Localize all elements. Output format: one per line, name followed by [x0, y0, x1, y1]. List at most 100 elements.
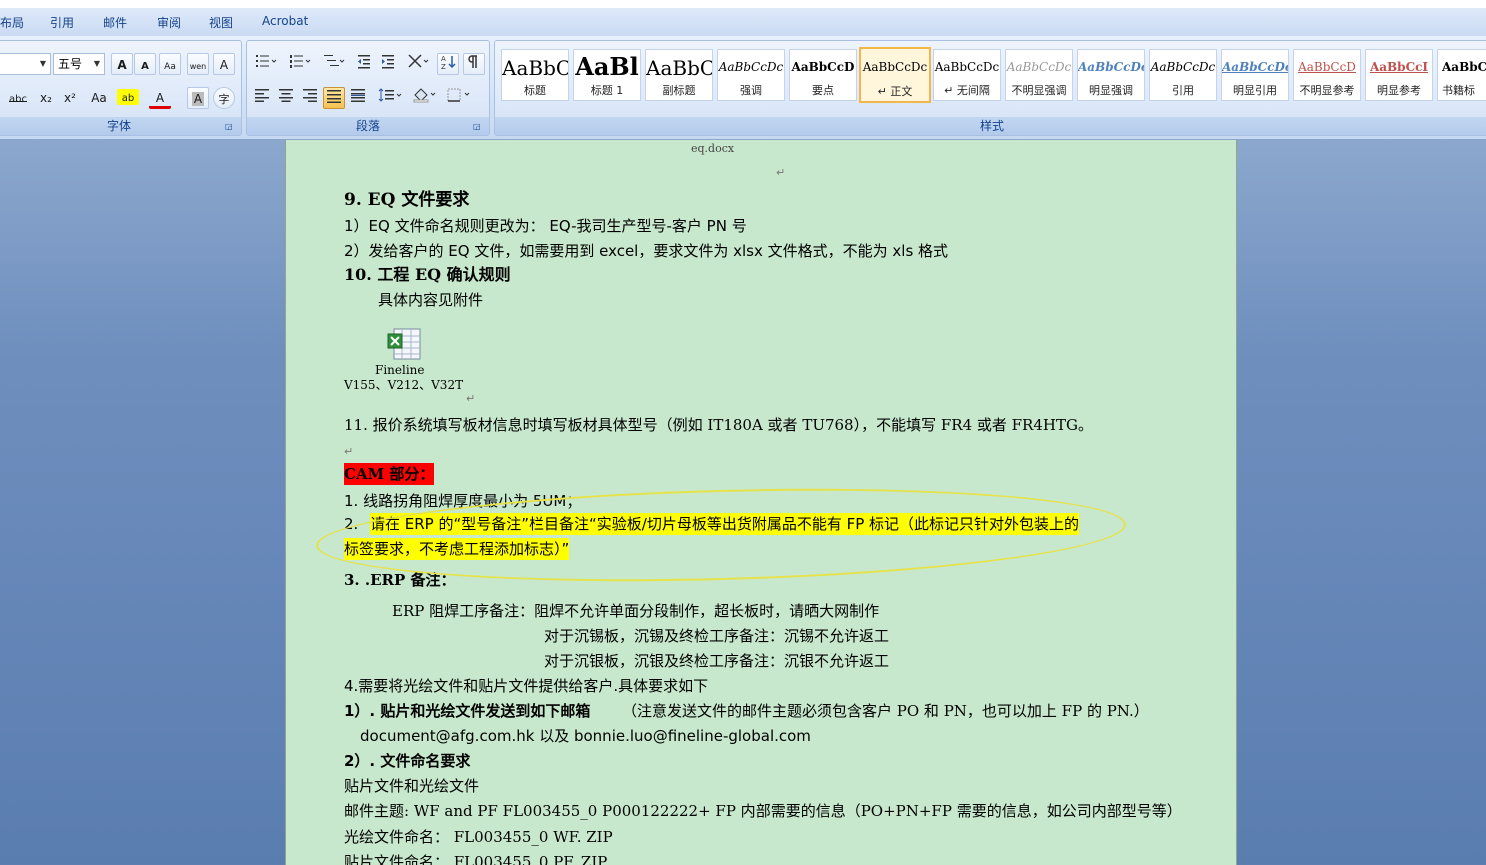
text-line: 1）EQ 文件命名规则更改为： EQ-我司生产型号-客户 PN 号 — [344, 217, 747, 235]
style-intense-emphasis[interactable]: AaBbCcDc 明显强调 — [1077, 49, 1145, 101]
style-subtitle[interactable]: AaBbC 副标题 — [645, 49, 713, 101]
align-left-button[interactable] — [251, 87, 273, 109]
style-name: 标题 1 — [590, 84, 624, 97]
change-case-icon: Aa — [91, 91, 107, 105]
decrease-indent-button[interactable] — [353, 53, 375, 75]
change-case-button[interactable]: Aa — [85, 87, 113, 109]
paragraph-mark: ↵ — [776, 166, 786, 179]
shrink-font-button[interactable]: A — [134, 53, 156, 75]
font-group-label: 字体 — [0, 117, 241, 135]
style-normal[interactable]: AaBbCcDc ↵ 正文 — [859, 47, 931, 103]
excel-file-icon[interactable] — [386, 326, 424, 362]
enclose-char-button[interactable]: 字 — [213, 87, 235, 109]
style-sample: AaBbCcDc — [1006, 60, 1072, 74]
styles-group-label: 样式 — [495, 117, 1486, 135]
attachment-name: Fineline — [375, 363, 425, 377]
strikethrough-button[interactable]: abc — [7, 87, 29, 109]
font-color-button[interactable]: A — [149, 87, 171, 109]
text-line: 贴片文件命名： FL003455_0 PF. ZIP — [344, 853, 608, 865]
paragraph-group-label: 段落 — [247, 117, 489, 135]
char-border-icon: A — [219, 58, 229, 72]
justify-button[interactable] — [323, 87, 345, 109]
multilevel-list-button[interactable] — [319, 53, 349, 75]
text-line: 具体内容见附件 — [378, 291, 484, 309]
font-dialog-launcher-icon[interactable]: ◲ — [225, 122, 235, 132]
style-strong[interactable]: AaBbCcD 要点 — [789, 49, 857, 101]
paragraph-dialog-launcher-icon[interactable]: ◲ — [473, 122, 483, 132]
style-quote[interactable]: AaBbCcDc 引用 — [1149, 49, 1217, 101]
char-border-button[interactable]: A — [213, 53, 235, 75]
font-size-select[interactable]: 五号 ▼ — [53, 53, 105, 75]
svg-text:Z: Z — [441, 63, 446, 70]
tab-references[interactable]: 引用 — [50, 14, 74, 31]
style-name: 副标题 — [662, 84, 696, 97]
style-emphasis[interactable]: AaBbCcDc 强调 — [717, 49, 785, 101]
text-line: （注意发送文件的邮件主题必须包含客户 PO 和 PN，也可以加上 FP 的 PN… — [622, 702, 1149, 720]
char-shading-button[interactable]: A — [187, 87, 209, 109]
style-no-spacing[interactable]: AaBbCcDc ↵ 无间隔 — [933, 49, 1001, 101]
phonetic-guide-button[interactable]: wen — [187, 53, 209, 75]
shading-button[interactable] — [409, 87, 439, 109]
superscript-icon: x² — [64, 91, 76, 105]
numbering-button[interactable] — [285, 53, 315, 75]
style-title[interactable]: AaBbC 标题 — [501, 49, 569, 101]
tab-layout[interactable]: 布局 — [0, 14, 24, 31]
style-sample: AaBbCcD — [1298, 60, 1356, 74]
sort-button[interactable]: AZ — [437, 53, 459, 75]
align-center-button[interactable] — [275, 87, 297, 109]
subscript-button[interactable]: x₂ — [35, 87, 57, 109]
title-bar — [0, 0, 1486, 8]
borders-icon — [447, 88, 470, 102]
style-name: ↵ 正文 — [877, 85, 913, 98]
text-line: 光绘文件命名： FL003455_0 WF. ZIP — [344, 828, 613, 846]
pilcrow-icon — [468, 55, 477, 68]
tab-review[interactable]: 审阅 — [157, 14, 181, 31]
cam-section-heading: CAM 部分： — [344, 463, 435, 485]
char-shading-icon: A — [191, 92, 205, 106]
style-subtle-reference[interactable]: AaBbCcD 不明显参考 — [1293, 49, 1361, 101]
font-color-icon: A — [155, 91, 165, 105]
heading-10: 10. 工程 EQ 确认规则 — [344, 265, 511, 284]
document-header: eq.docx — [691, 142, 735, 155]
tab-mailings[interactable]: 邮件 — [103, 14, 127, 31]
style-intense-reference[interactable]: AaBbCcI 明显参考 — [1365, 49, 1433, 101]
style-sample: AaBl — [575, 52, 639, 81]
align-right-button[interactable] — [299, 87, 321, 109]
line-spacing-button[interactable] — [375, 87, 405, 109]
borders-button[interactable] — [443, 87, 473, 109]
style-sample: AaBbCcDc — [1078, 60, 1144, 74]
style-intense-quote[interactable]: AaBbCcDc 明显引用 — [1221, 49, 1289, 101]
bullets-button[interactable] — [251, 53, 281, 75]
strikethrough-icon: abc — [9, 94, 27, 105]
style-heading-1[interactable]: AaBl 标题 1 — [573, 49, 641, 101]
clear-format-button[interactable]: Aa — [159, 53, 181, 75]
highlight-color-button[interactable]: ab — [117, 89, 139, 105]
align-center-icon — [279, 89, 293, 102]
text-line: ERP 阻焊工序备注：阻焊不允许单面分段制作，超长板时，请晒大网制作 — [392, 602, 880, 620]
tab-acrobat[interactable]: Acrobat — [262, 14, 308, 28]
style-sample: AaBbCcDc — [862, 60, 928, 74]
grow-font-button[interactable]: A — [111, 53, 133, 75]
distributed-button[interactable] — [347, 87, 369, 109]
decrease-indent-icon — [358, 55, 370, 69]
style-sample: AaBbCcDc — [934, 60, 1000, 74]
text-line-bold: 1）. 贴片和光绘文件发送到如下邮箱 — [344, 702, 591, 720]
enclose-char-icon: 字 — [218, 93, 230, 106]
superscript-button[interactable]: x² — [59, 87, 81, 109]
text-line: 2）发给客户的 EQ 文件，如需要用到 excel，要求文件为 xlsx 文件格… — [344, 242, 949, 260]
increase-indent-button[interactable] — [377, 53, 399, 75]
font-name-select[interactable]: ▼ — [0, 53, 51, 75]
style-subtle-emphasis[interactable]: AaBbCcDc 不明显强调 — [1005, 49, 1073, 101]
chinese-layout-button[interactable] — [403, 53, 433, 75]
ribbon: ▼ 五号 ▼ A A Aa wen A abc x₂ x² Aa ab A A 字… — [0, 36, 1486, 140]
clear-format-icon: Aa — [164, 62, 176, 72]
highlighter-icon: ab — [121, 93, 135, 104]
svg-text:A: A — [441, 55, 446, 63]
paragraph-mark: ↵ — [344, 445, 354, 458]
style-sample: AaBbC — [1442, 60, 1486, 74]
show-marks-button[interactable] — [463, 53, 485, 75]
increase-indent-icon — [382, 55, 394, 69]
style-name: 不明显强调 — [1011, 84, 1067, 97]
tab-view[interactable]: 视图 — [209, 14, 233, 31]
style-book-title[interactable]: AaBbC 书籍标 — [1437, 49, 1486, 101]
